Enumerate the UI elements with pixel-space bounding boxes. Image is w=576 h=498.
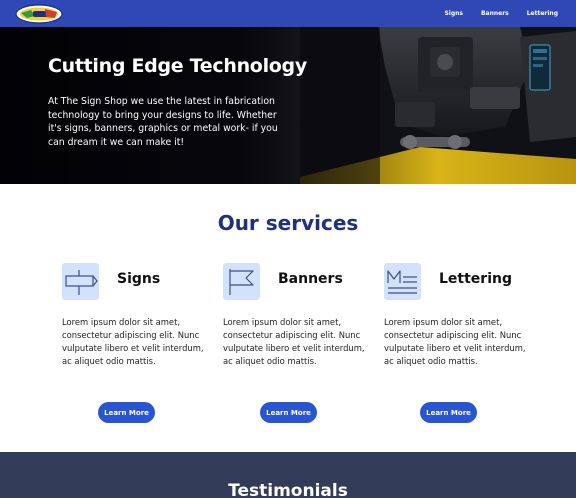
- top-navigation-bar: Signs Banners Lettering: [0, 0, 576, 27]
- sign-shop-logo[interactable]: [15, 4, 63, 24]
- main-nav: Signs Banners Lettering: [444, 0, 558, 27]
- flag-icon: [223, 263, 260, 300]
- service-description: Lorem ipsum dolor sit amet, consectetur …: [384, 317, 526, 366]
- testimonials-section: Testimonials: [0, 452, 576, 498]
- learn-more-button-banners[interactable]: Learn More: [260, 402, 317, 423]
- service-description: Lorem ipsum dolor sit amet, consectetur …: [223, 317, 365, 366]
- nav-link-banners[interactable]: Banners: [481, 10, 509, 17]
- hero-title: Cutting Edge Technology: [48, 55, 307, 77]
- testimonials-heading: Testimonials: [228, 481, 348, 498]
- nav-link-lettering[interactable]: Lettering: [527, 10, 558, 17]
- lettering-icon: [384, 263, 421, 300]
- services-heading: Our services: [217, 211, 359, 235]
- nav-link-signs[interactable]: Signs: [444, 10, 463, 17]
- service-name: Banners: [278, 271, 343, 287]
- service-name: Lettering: [439, 271, 512, 287]
- signpost-icon: [62, 263, 99, 300]
- hero-description: At The Sign Shop we use the latest in fa…: [48, 96, 278, 148]
- hero-banner: Cutting Edge Technology At The Sign Shop…: [0, 27, 576, 184]
- logo-graphic: [15, 4, 63, 24]
- service-description: Lorem ipsum dolor sit amet, consectetur …: [62, 317, 204, 366]
- service-name: Signs: [117, 271, 161, 287]
- learn-more-button-signs[interactable]: Learn More: [98, 402, 155, 423]
- learn-more-button-lettering[interactable]: Learn More: [420, 402, 477, 423]
